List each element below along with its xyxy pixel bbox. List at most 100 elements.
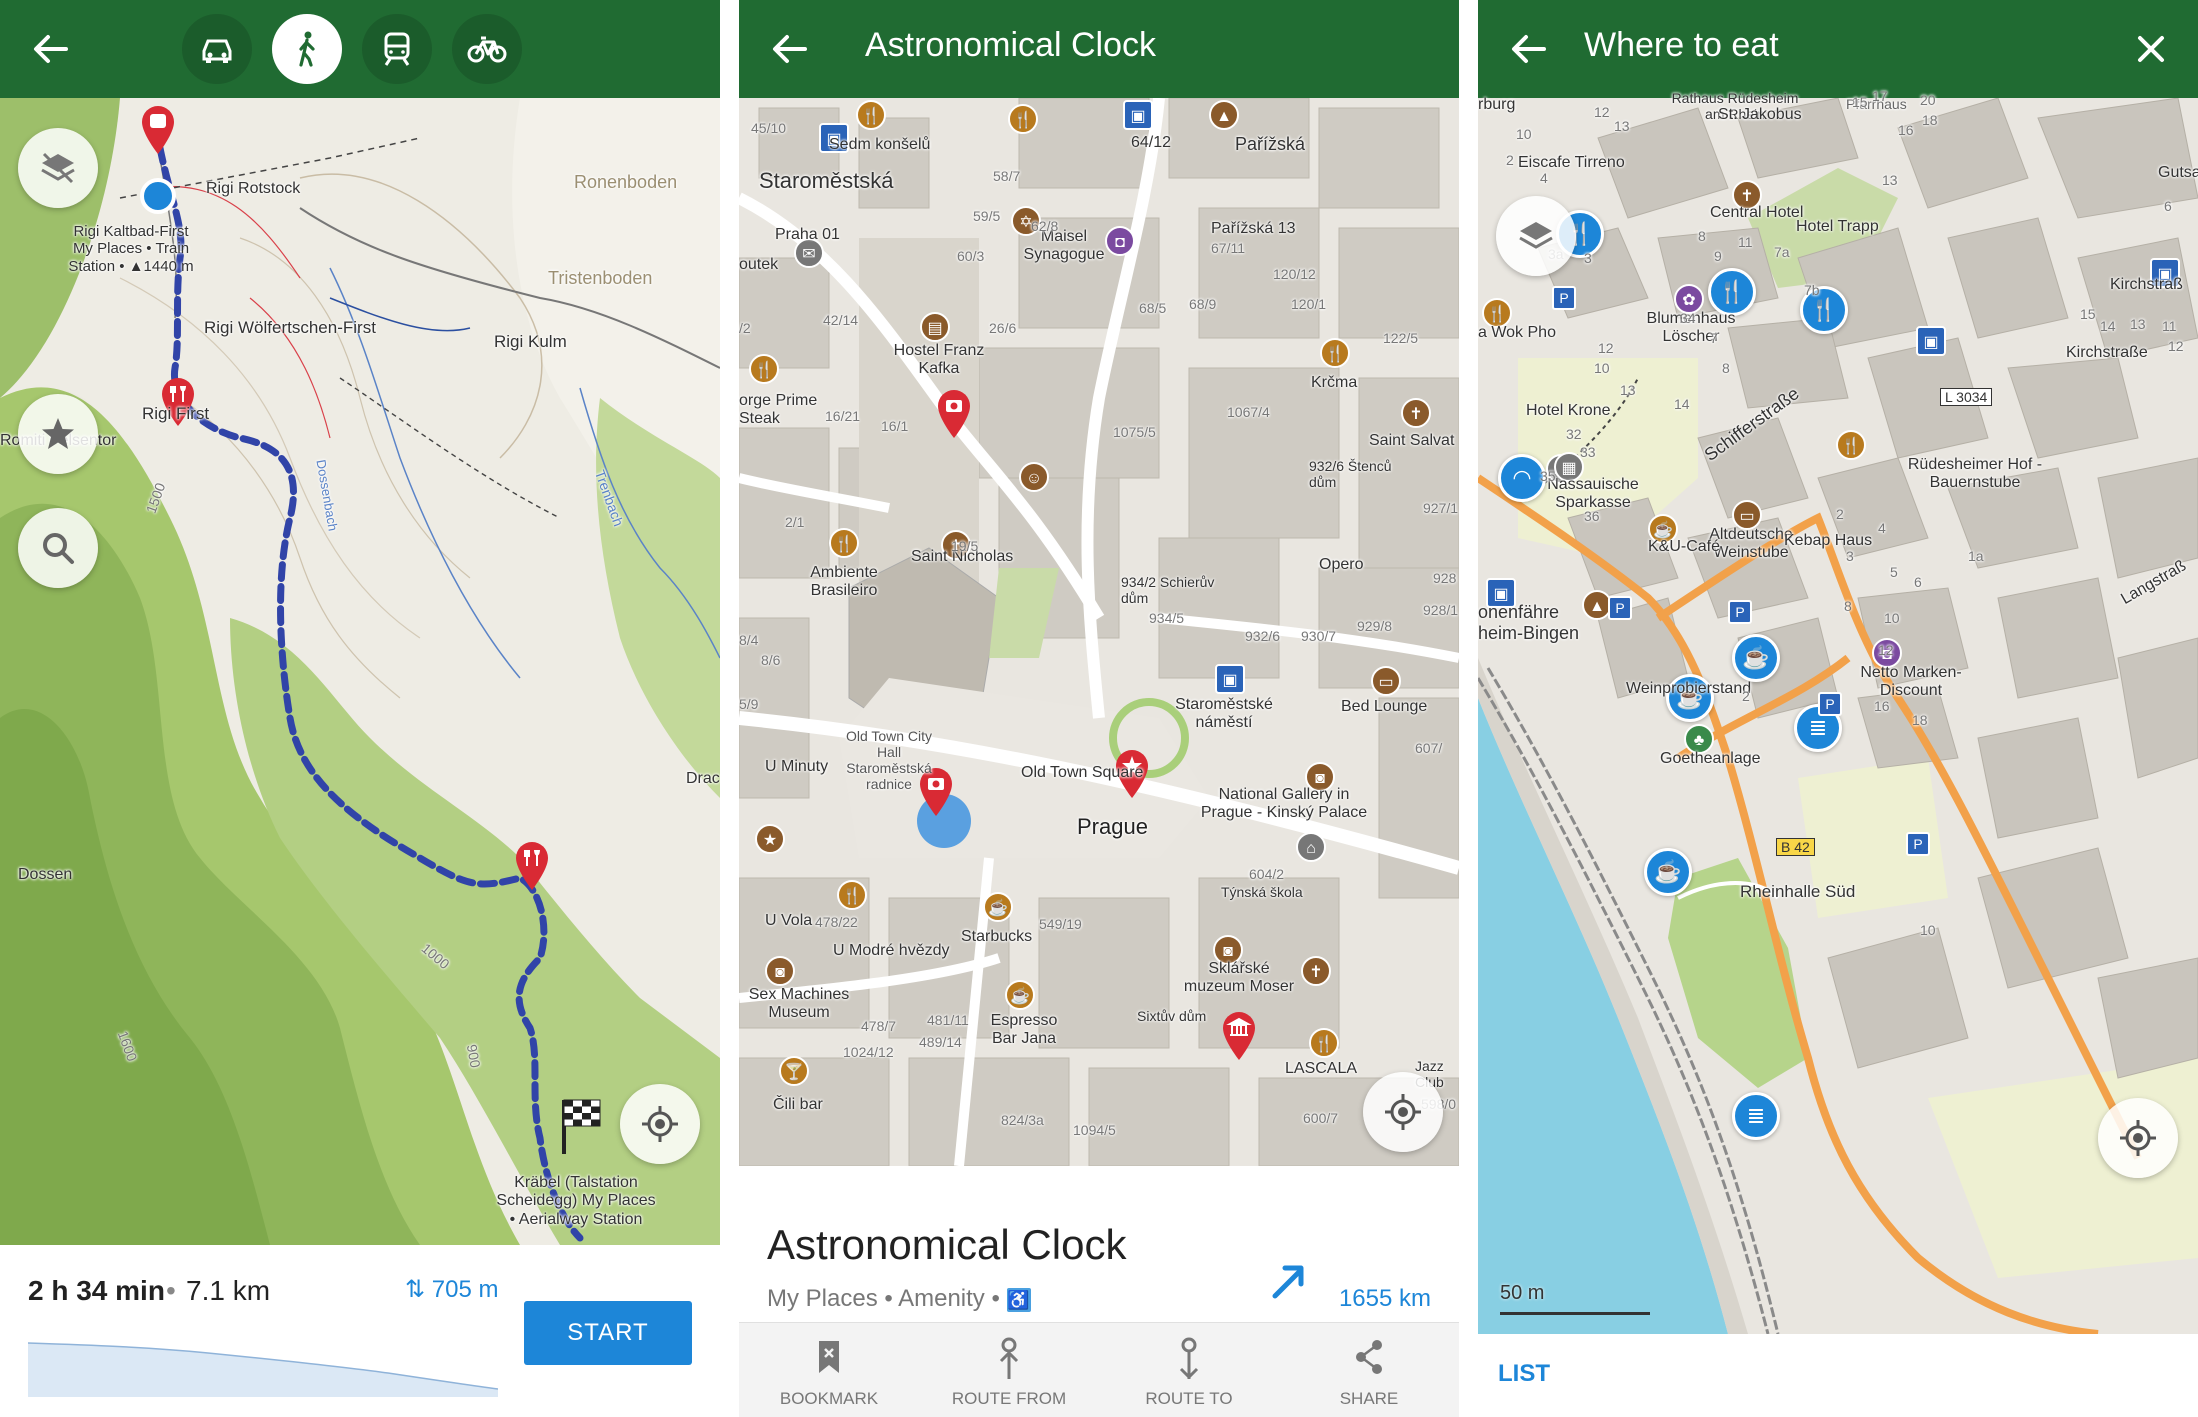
u-vola-label: U Vola bbox=[765, 912, 813, 929]
house-number: 9 bbox=[1714, 248, 1722, 264]
back-arrow-icon[interactable] bbox=[1504, 24, 1554, 74]
theatre-icon[interactable]: ☺ bbox=[1019, 462, 1049, 492]
search-results-toolbar: Where to eat bbox=[1478, 0, 2198, 98]
car-icon bbox=[202, 39, 232, 63]
back-arrow-icon[interactable] bbox=[26, 24, 76, 74]
drac-label: Drac bbox=[686, 770, 720, 787]
address-number: 62/8 bbox=[1031, 218, 1059, 234]
restaurant-icon[interactable]: 🍴 bbox=[1309, 1028, 1339, 1058]
restaurant-icon[interactable]: 🍴 bbox=[1008, 104, 1038, 134]
house-number: 2 bbox=[1506, 152, 1514, 168]
search-button[interactable] bbox=[18, 508, 98, 588]
address-number: 927/1 bbox=[1423, 500, 1459, 516]
back-arrow-icon[interactable] bbox=[765, 24, 815, 74]
hostel-icon[interactable]: ▤ bbox=[920, 312, 950, 342]
museum-pin[interactable] bbox=[1219, 1010, 1259, 1062]
close-icon[interactable] bbox=[2126, 24, 2176, 74]
route-from-button[interactable]: ROUTE FROM bbox=[919, 1323, 1099, 1417]
wok-pho-label: a Wok Pho bbox=[1478, 324, 1556, 341]
house-number: 12 bbox=[1594, 104, 1610, 120]
parking-icon[interactable]: P bbox=[1818, 692, 1842, 716]
restaurant-icon[interactable]: 🍴 bbox=[829, 528, 859, 558]
address-number: /2 bbox=[739, 320, 751, 336]
house-number: 32 bbox=[1566, 426, 1582, 442]
house-number: 10 bbox=[1884, 610, 1900, 626]
restaurant-pin-2[interactable] bbox=[512, 840, 552, 892]
start-button[interactable]: START bbox=[524, 1301, 692, 1365]
favorites-button[interactable] bbox=[18, 394, 98, 474]
house-number: 7 bbox=[1710, 330, 1718, 346]
cafe-icon[interactable]: ☕ bbox=[983, 892, 1013, 922]
address-number: 42/14 bbox=[823, 312, 859, 328]
address-number: 478/22 bbox=[815, 914, 858, 930]
list-button[interactable]: LIST bbox=[1498, 1360, 1550, 1388]
bar-icon[interactable]: 🍸 bbox=[779, 1056, 809, 1086]
bus-stop-icon[interactable]: ▣ bbox=[1916, 326, 1946, 356]
house-number: 7a bbox=[1774, 244, 1790, 260]
restaurant-icon[interactable]: 🍴 bbox=[749, 354, 779, 384]
town-map[interactable]: 🍴 🍴 🍴 ◠ ☕ ☕ ≣ ☕ ≣ ✝ 🍴 ✿ ▣ ▣ ▭ ▭ ▦ 🍴 ▭ ☕ … bbox=[1478, 88, 2198, 1334]
train-start-pin[interactable] bbox=[138, 104, 178, 156]
transit-mode-button[interactable] bbox=[362, 14, 432, 84]
address-number: 1094/5 bbox=[1073, 1122, 1116, 1138]
cafe-icon[interactable]: ☕ bbox=[1005, 980, 1035, 1010]
address-number: 16/1 bbox=[881, 418, 909, 434]
address-number: 19/5 bbox=[951, 538, 979, 554]
parking-icon[interactable]: P bbox=[1552, 286, 1576, 310]
house-number: 16 bbox=[1874, 698, 1890, 714]
restaurant-icon[interactable]: 🍴 bbox=[856, 100, 886, 130]
elevation-profile-chart bbox=[28, 1342, 498, 1397]
house-number: 8 bbox=[1698, 228, 1706, 244]
church-icon[interactable]: ✝ bbox=[1401, 398, 1431, 428]
burger-result-icon[interactable]: ≣ bbox=[1732, 1092, 1780, 1140]
church-icon[interactable]: ✝ bbox=[1301, 956, 1331, 986]
restaurant-icon[interactable]: 🍴 bbox=[837, 880, 867, 910]
bike-mode-button[interactable] bbox=[452, 14, 522, 84]
layers-button[interactable] bbox=[1496, 196, 1576, 276]
route-distance: 7.1 km bbox=[186, 1275, 271, 1306]
share-button[interactable]: SHARE bbox=[1279, 1323, 1459, 1417]
cafe-result-icon[interactable]: ☕ bbox=[1732, 634, 1780, 682]
house-number: 10 bbox=[1594, 360, 1610, 376]
cafe-result-icon[interactable]: ☕ bbox=[1644, 848, 1692, 896]
parking-icon[interactable]: P bbox=[1906, 832, 1930, 856]
restaurant-icon[interactable]: 🍴 bbox=[1320, 338, 1350, 368]
museum-icon[interactable]: ◙ bbox=[765, 956, 795, 986]
address-number: 600/7 bbox=[1303, 1110, 1339, 1126]
place-detail-screen: Astronomical Clock 🍴 🍴 ▣ ▣ ▲ ✉ ✡ ◘ ▤ 🍴 🍴… bbox=[739, 0, 1459, 1417]
house-number: 34 bbox=[1680, 310, 1696, 326]
layers-icon bbox=[41, 152, 75, 184]
locate-button[interactable] bbox=[2098, 1098, 2178, 1178]
school-icon[interactable]: ⌂ bbox=[1296, 832, 1326, 862]
praha01-label: Praha 01 bbox=[775, 226, 840, 243]
house-number: 8 bbox=[1844, 598, 1852, 614]
attraction-icon[interactable]: ★ bbox=[755, 824, 785, 854]
bookmark-button[interactable]: BOOKMARK bbox=[739, 1323, 919, 1417]
route-to-button[interactable]: ROUTE TO bbox=[1099, 1323, 1279, 1417]
sedm-konselu-label: Sedm konšelů bbox=[829, 136, 931, 153]
house-number: 14 bbox=[1674, 396, 1690, 412]
hotel-icon[interactable]: ▭ bbox=[1371, 666, 1401, 696]
address-number: 2/1 bbox=[785, 514, 805, 530]
crosshair-icon bbox=[2120, 1120, 2156, 1156]
photo-pin[interactable] bbox=[934, 388, 974, 440]
restaurant-result-icon[interactable]: 🍴 bbox=[1708, 268, 1756, 316]
topo-map[interactable]: Rigi Kaltbad-First My Places • Train Sta… bbox=[0, 98, 720, 1245]
locate-button[interactable] bbox=[620, 1084, 700, 1164]
sencuv-label: 932/6 Štenců dům bbox=[1309, 458, 1392, 491]
bus-stop-icon[interactable]: ▣ bbox=[1123, 100, 1153, 130]
address-number: 58/7 bbox=[993, 168, 1021, 184]
city-map[interactable]: 🍴 🍴 ▣ ▣ ▲ ✉ ✡ ◘ ▤ 🍴 🍴 ✝ ☺ ✝ 🍴 ▣ ▭ ◙ ⌂ ★ … bbox=[739, 98, 1459, 1166]
bus-stop-icon[interactable]: ▣ bbox=[1215, 664, 1245, 694]
locate-button[interactable] bbox=[1363, 1072, 1443, 1152]
monument-icon[interactable]: ▲ bbox=[1209, 100, 1239, 130]
parking-icon[interactable]: P bbox=[1728, 600, 1752, 624]
parking-icon[interactable]: P bbox=[1608, 596, 1632, 620]
address-number: 67/11 bbox=[1211, 240, 1245, 256]
car-mode-button[interactable] bbox=[182, 14, 252, 84]
house-number: 12 bbox=[2168, 338, 2184, 354]
layers-button[interactable] bbox=[18, 128, 98, 208]
restaurant-icon[interactable]: 🍴 bbox=[1836, 430, 1866, 460]
walk-mode-button[interactable] bbox=[272, 14, 342, 84]
house-number: 12 bbox=[1878, 642, 1894, 658]
